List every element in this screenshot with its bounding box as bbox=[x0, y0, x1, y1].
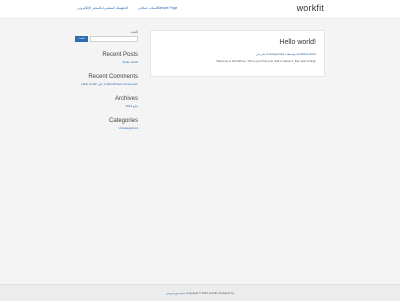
post-title[interactable]: !Hello world bbox=[279, 39, 316, 46]
search-button[interactable]: البحث bbox=[75, 36, 88, 42]
footer-copyright: Copyright © 2021 workfit | Powered by bbox=[186, 291, 234, 295]
category-link[interactable]: Uncategorized bbox=[75, 126, 138, 130]
recent-posts-heading: Recent Posts bbox=[102, 52, 138, 58]
nav-item-shop[interactable]: المتجر الإلكتروني bbox=[77, 6, 101, 10]
search-label: البحث bbox=[130, 30, 138, 34]
nav-item-my-account[interactable]: حساب عملائي bbox=[138, 6, 158, 10]
post-card: !Hello world نشر في Uncategorized | بواس… bbox=[150, 30, 325, 77]
nav-item-cart[interactable]: سلة المشتريات bbox=[100, 6, 122, 10]
search-input[interactable] bbox=[90, 36, 138, 42]
recent-posts-widget: Recent Posts !Hello world bbox=[75, 52, 138, 64]
archive-link[interactable]: مايو 2021 bbox=[75, 104, 138, 108]
post-meta[interactable]: نشر في Uncategorized | بواسطة workfitcom… bbox=[256, 52, 316, 56]
post-excerpt: Welcome to WordPress. This is your first… bbox=[216, 59, 316, 63]
recent-comments-widget: Recent Comments Hello world! على A WordP… bbox=[75, 74, 138, 86]
search-form: البحث bbox=[75, 36, 138, 42]
recent-comment-link[interactable]: Hello world! على A WordPress Commenter bbox=[75, 82, 138, 86]
sidebar: البحث البحث Recent Posts !Hello world Re… bbox=[75, 30, 138, 130]
recent-comments-heading: Recent Comments bbox=[88, 74, 138, 80]
footer-wordpress-link[interactable]: مدونة ووردبريس bbox=[166, 291, 185, 295]
nav-item-sample-page[interactable]: Sample Page bbox=[157, 6, 177, 10]
site-header: Sample Page حساب عملائي الدفع سلة المشتر… bbox=[0, 0, 400, 19]
archives-heading: Archives bbox=[114, 96, 138, 102]
main-nav: Sample Page حساب عملائي الدفع سلة المشتر… bbox=[0, 6, 400, 14]
categories-heading: Categories bbox=[108, 118, 138, 124]
site-title[interactable]: workfit bbox=[297, 3, 324, 13]
nav-item-checkout[interactable]: الدفع bbox=[121, 6, 128, 10]
recent-post-link[interactable]: !Hello world bbox=[75, 60, 138, 64]
site-footer: مدونة ووردبريس Copyright © 2021 workfit … bbox=[0, 284, 400, 301]
footer-text: مدونة ووردبريس Copyright © 2021 workfit … bbox=[0, 291, 400, 295]
archives-widget: Archives مايو 2021 bbox=[75, 96, 138, 108]
categories-widget: Categories Uncategorized bbox=[75, 118, 138, 130]
